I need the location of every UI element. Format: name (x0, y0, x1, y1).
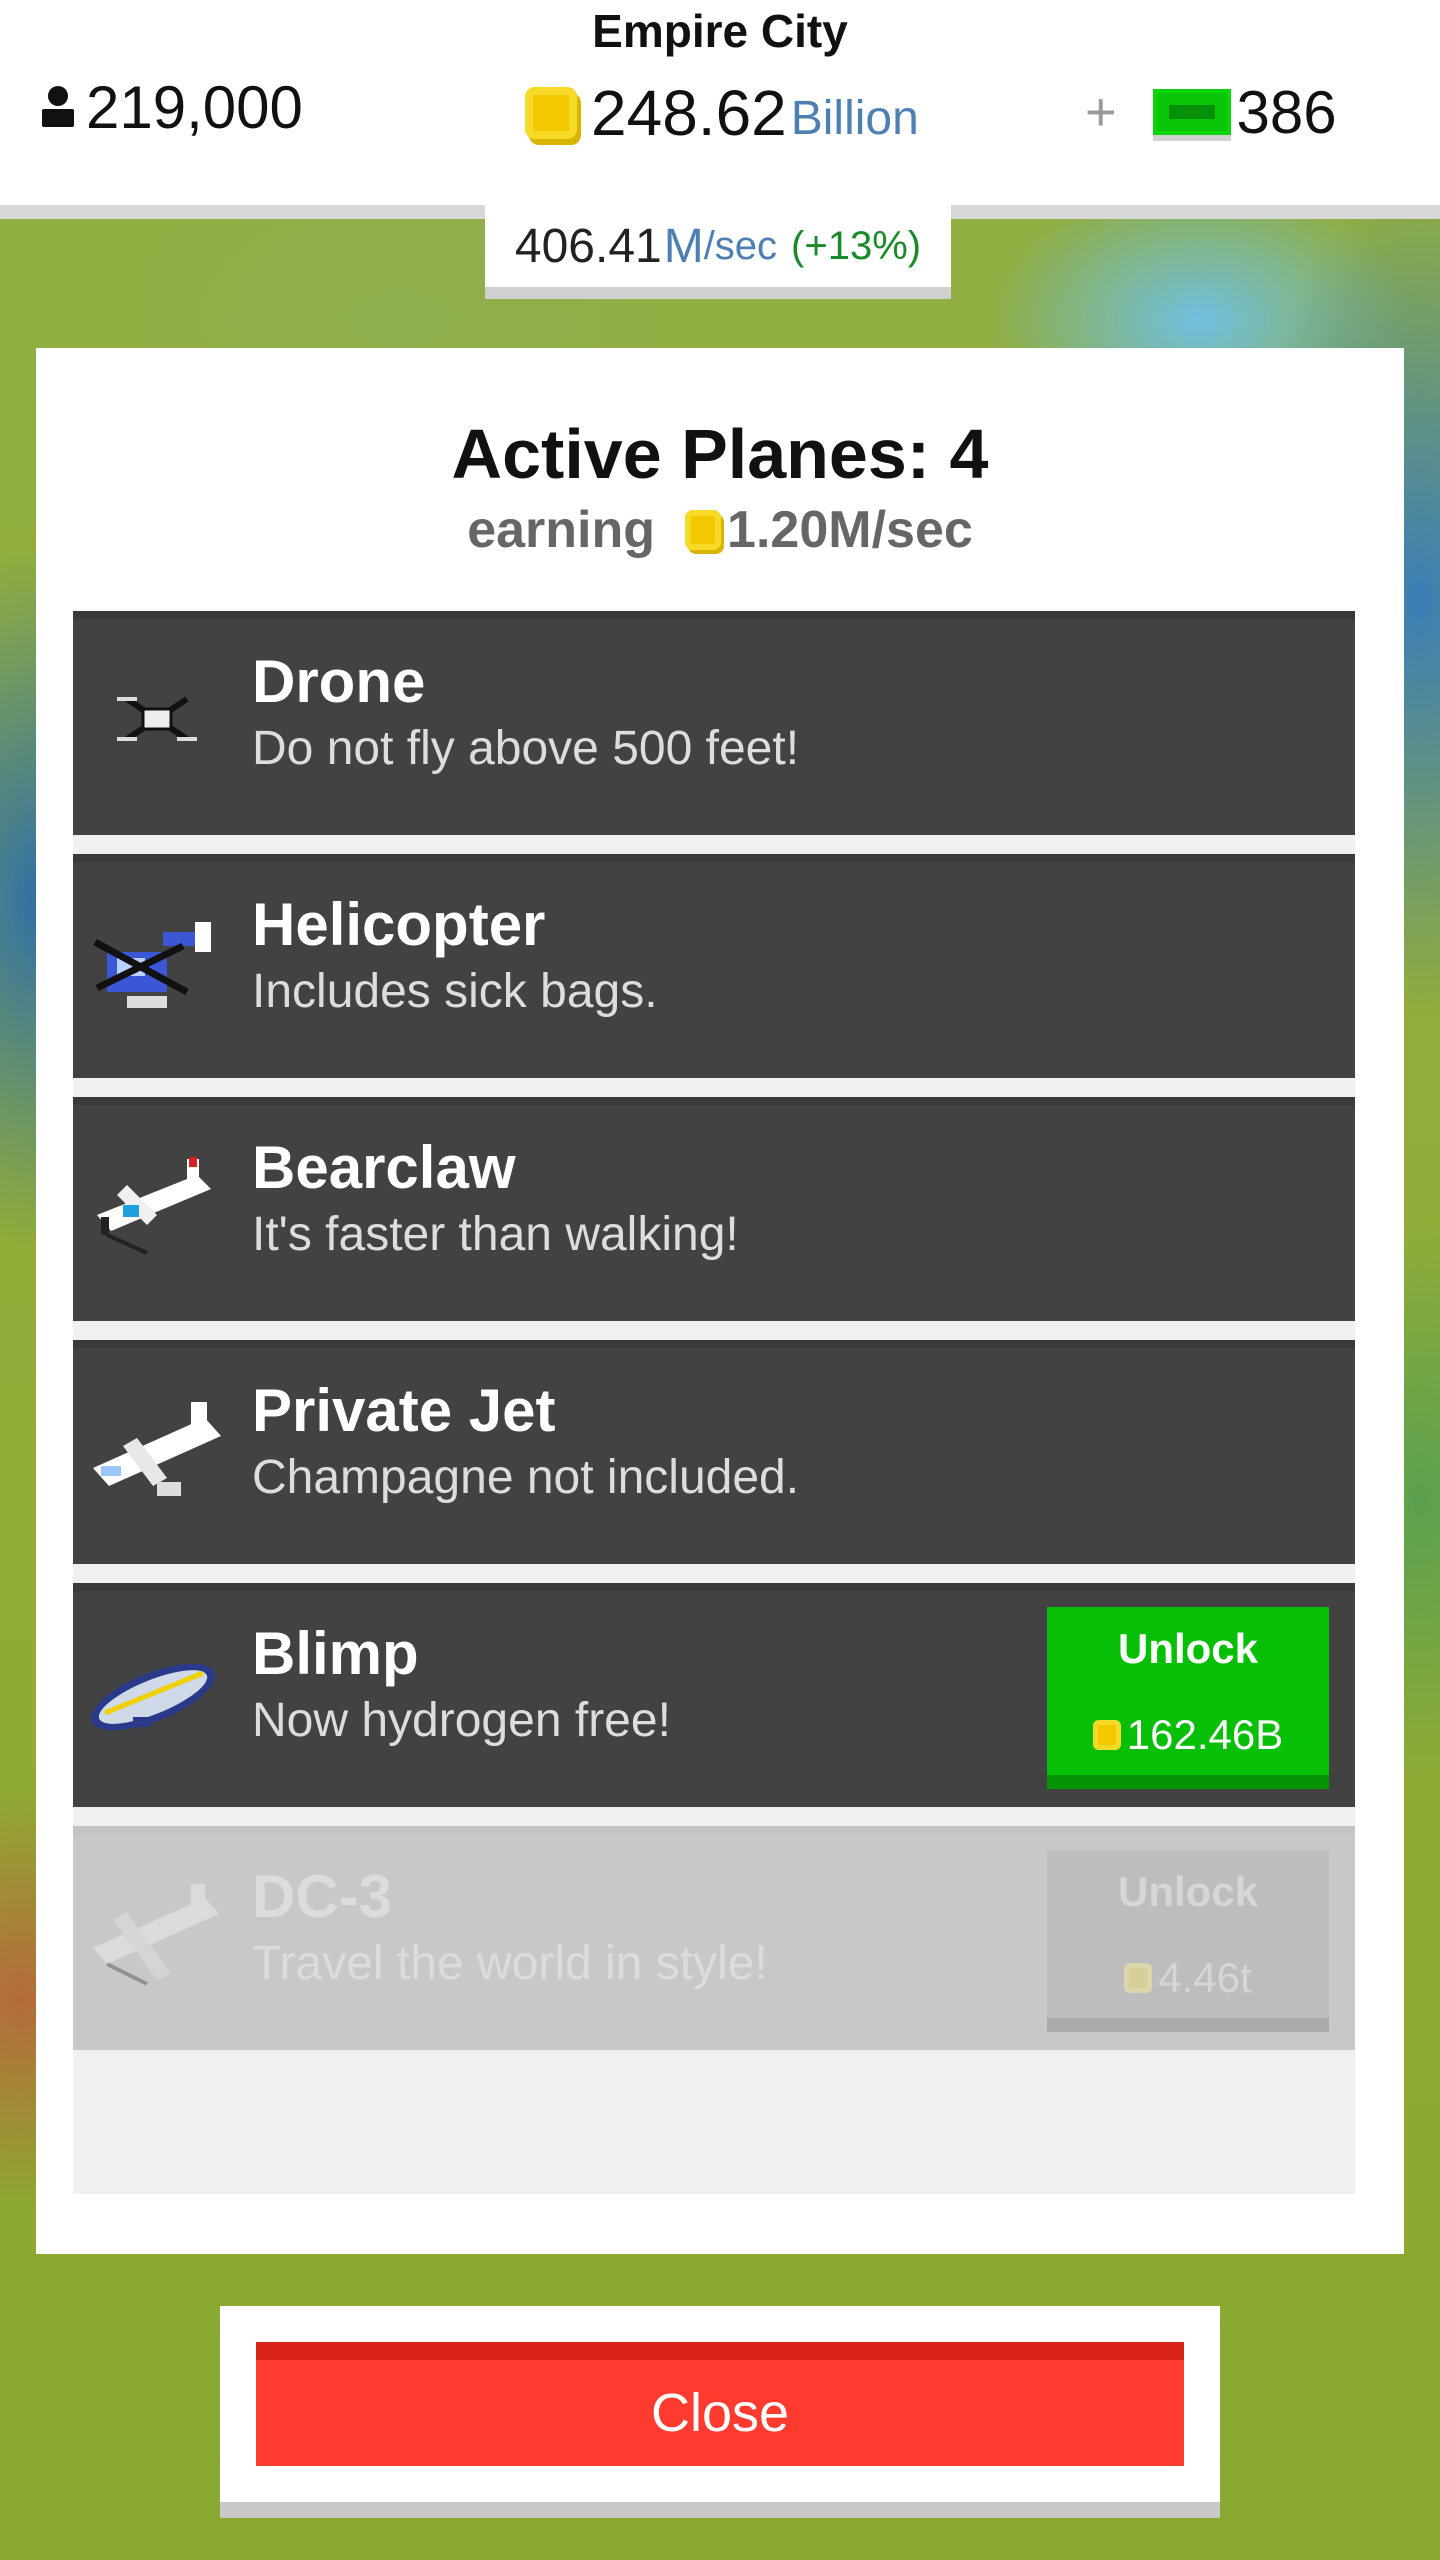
drone-icon (117, 696, 197, 742)
plane-name: Bearclaw (252, 1134, 516, 1201)
plane-item-helicopter[interactable]: Helicopter Includes sick bags. (73, 854, 1355, 1078)
earning-line: earning 1.20M/sec (36, 500, 1404, 560)
panel-title: Active Planes: 4 (451, 415, 989, 493)
private-jet-icon (93, 1402, 221, 1496)
person-icon (42, 86, 74, 127)
dc3-plane-icon (93, 1884, 219, 1986)
top-hud: Empire City 219,000 248.62 Billion + 386 (0, 0, 1440, 219)
bearclaw-plane-icon (97, 1157, 211, 1255)
rate-unit: M (663, 219, 704, 273)
plane-description: Champagne not included. (252, 1451, 800, 1504)
earning-value: 1.20M/sec (727, 501, 973, 559)
plane-name: Helicopter (252, 891, 546, 958)
plane-item-bearclaw[interactable]: Bearclaw It's faster than walking! (73, 1097, 1355, 1321)
coin-icon (1092, 1720, 1121, 1750)
plane-item-private-jet[interactable]: Private Jet Champagne not included. (73, 1340, 1355, 1564)
income-rate-tab: 406.41 M /sec (+13%) (485, 205, 951, 299)
population-value: 219,000 (86, 73, 303, 141)
plane-description: It's faster than walking! (252, 1208, 739, 1261)
plane-name: DC-3 (252, 1863, 393, 1930)
plane-item-dc3[interactable]: DC-3 Travel the world in style! Unlock 4… (73, 1826, 1355, 2050)
plane-name: Drone (252, 648, 426, 715)
money-value: 248.62 (591, 77, 787, 149)
plane-description: Now hydrogen free! (252, 1694, 671, 1747)
earning-label: earning (467, 501, 656, 559)
rate-per: /sec (703, 223, 778, 268)
close-button-frame: Close (220, 2306, 1220, 2518)
plane-name: Private Jet (252, 1377, 556, 1444)
cash-bill-icon (1152, 89, 1231, 135)
close-button[interactable]: Close (256, 2342, 1184, 2466)
plane-item-blimp[interactable]: Blimp Now hydrogen free! Unlock 162.46B (73, 1583, 1355, 1807)
rate-bonus: (+13%) (791, 223, 922, 268)
coin-icon (525, 87, 577, 139)
plane-description: Includes sick bags. (252, 965, 658, 1018)
coin-icon (685, 510, 722, 550)
unlock-price: 4.46t (1047, 1954, 1329, 2002)
price-value: 4.46t (1158, 1954, 1252, 2001)
plane-description: Travel the world in style! (252, 1937, 768, 1990)
helicopter-icon (93, 922, 211, 1008)
unlock-blimp-button[interactable]: Unlock 162.46B (1047, 1607, 1329, 1789)
money-unit: Billion (790, 91, 919, 145)
population-counter: 219,000 (38, 72, 303, 142)
unlock-dc3-button[interactable]: Unlock 4.46t (1047, 1850, 1329, 2032)
city-name: Empire City (592, 5, 848, 57)
plane-description: Do not fly above 500 feet! (252, 722, 800, 775)
money-counter: 248.62 Billion (525, 72, 919, 154)
active-planes-panel: Active Planes: 4 earning 1.20M/sec Drone… (36, 348, 1404, 2254)
add-cash-button[interactable]: + (1085, 81, 1117, 143)
coin-icon (1124, 1963, 1153, 1993)
unlock-label: Unlock (1117, 1868, 1259, 1915)
unlock-price: 162.46B (1047, 1711, 1329, 1759)
plane-list[interactable]: Drone Do not fly above 500 feet! Helicop… (73, 611, 1355, 2194)
cash-counter[interactable]: + 386 (1085, 72, 1337, 152)
rate-value: 406.41 (514, 219, 662, 273)
cash-value: 386 (1236, 78, 1337, 146)
blimp-icon (91, 1663, 215, 1731)
plane-item-drone[interactable]: Drone Do not fly above 500 feet! (73, 611, 1355, 835)
plane-name: Blimp (252, 1620, 419, 1687)
unlock-label: Unlock (1117, 1625, 1259, 1672)
price-value: 162.46B (1126, 1711, 1284, 1758)
